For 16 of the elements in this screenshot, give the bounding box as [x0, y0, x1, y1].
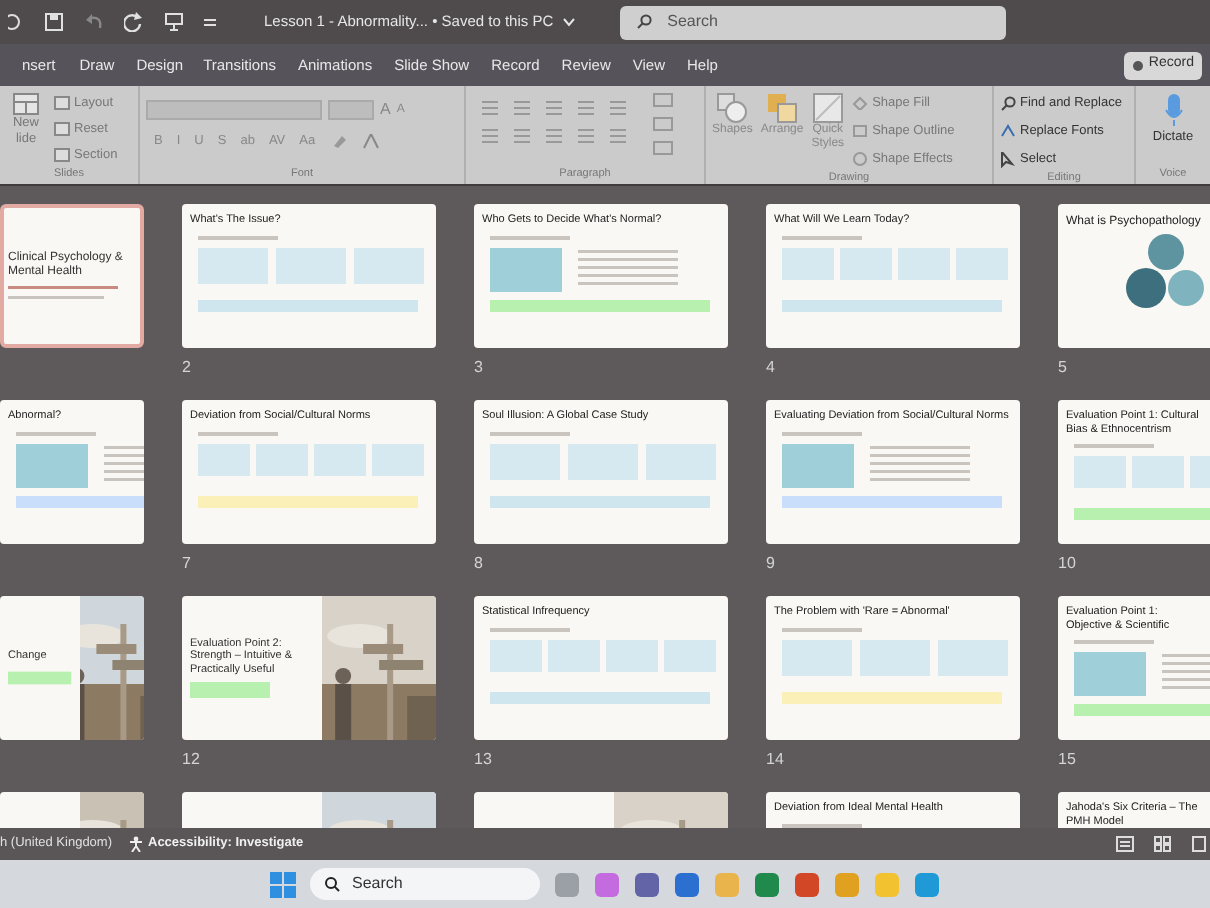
slide-number: 13	[474, 748, 492, 772]
slide-number: 9	[766, 552, 775, 576]
slide-number: 12	[182, 748, 200, 772]
slide-number: 10	[1058, 552, 1076, 576]
search-input[interactable]: Search	[667, 10, 968, 34]
slide-number: 3	[474, 356, 483, 380]
slide-number: 7	[182, 552, 191, 576]
taskbar-search-field[interactable]: Search	[310, 868, 540, 900]
slide-number: 8	[474, 552, 483, 576]
slide-number: 14	[766, 748, 784, 772]
slide-number: 2	[182, 356, 191, 380]
search-input[interactable]: Search	[352, 872, 512, 896]
search-field[interactable]: Search	[619, 5, 1006, 39]
slide-number: 15	[1058, 748, 1076, 772]
slide-number: 5	[1058, 356, 1067, 380]
slide-number: 4	[766, 356, 775, 380]
